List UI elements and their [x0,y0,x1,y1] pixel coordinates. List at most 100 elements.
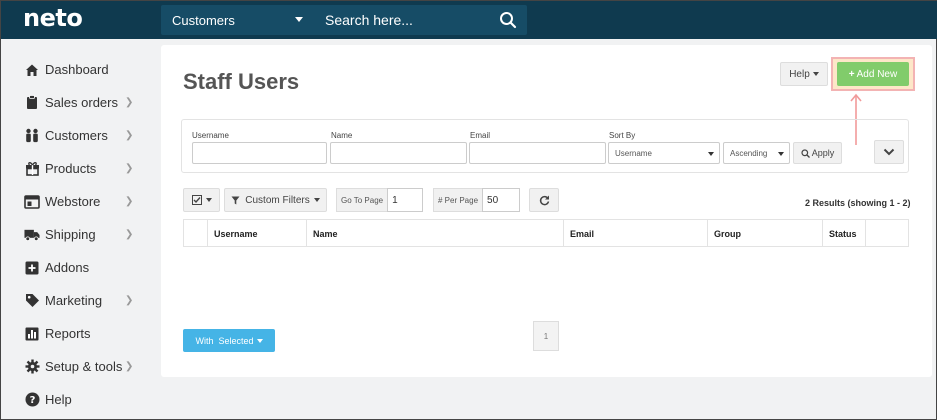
plus-square-icon [24,260,40,276]
filter-panel: Username Name Email Sort By Username Asc… [181,119,909,173]
pagination-page-1[interactable]: 1 [533,321,559,351]
per-page-group: # Per Page 50 [433,188,521,212]
go-to-page-input[interactable]: 1 [387,188,424,212]
sort-order-value: Ascending [730,149,768,158]
home-icon [24,62,40,78]
per-page-label: # Per Page [433,188,483,212]
search-scope-label: Customers [172,13,235,28]
staff-users-table: Username Name Email Group Status [183,219,909,247]
expand-filters-button[interactable] [874,140,904,164]
select-all-dropdown[interactable] [183,188,220,212]
sidebar-item-sales-orders[interactable]: Sales orders ❯ [1,86,151,119]
results-count: 2 Results (showing 1 - 2) [805,198,911,208]
browser-icon [24,194,40,210]
caret-down-icon [295,17,303,22]
chevron-right-icon: ❯ [125,130,134,141]
sidebar-item-addons[interactable]: Addons [1,251,151,284]
svg-text:?: ? [29,395,35,406]
name-filter-input[interactable] [330,142,467,164]
chevron-right-icon: ❯ [125,295,134,306]
filter-icon [231,196,240,204]
chart-icon [24,326,40,342]
main-panel: Staff Users Help + Add New Username Name… [161,45,932,377]
column-header-name[interactable]: Name [306,220,564,246]
go-to-page-group: Go To Page 1 [336,188,424,212]
caret-down-icon [256,338,263,343]
sidebar-nav: Dashboard Sales orders ❯ Customers ❯ Pro… [1,53,151,416]
column-header-group[interactable]: Group [707,220,823,246]
sidebar-item-setup-tools[interactable]: Setup & tools ❯ [1,350,151,383]
sidebar-item-label: Webstore [45,194,101,209]
caret-down-icon [812,72,819,76]
sidebar-item-label: Products [45,161,97,176]
column-header-username[interactable]: Username [207,220,307,246]
sidebar-item-label: Dashboard [45,62,109,77]
chevron-right-icon: ❯ [125,361,134,372]
refresh-button[interactable] [529,188,559,212]
sidebar-item-label: Customers [45,128,108,143]
sidebar-item-dashboard[interactable]: Dashboard [1,53,151,86]
sidebar-item-help[interactable]: ? Help [1,383,151,416]
sidebar-item-label: Addons [45,260,90,275]
column-header-email[interactable]: Email [563,220,708,246]
apply-button-label: Apply [811,148,835,158]
truck-icon [24,227,40,243]
sidebar-item-products[interactable]: Products ❯ [1,152,151,185]
sort-field-value: Username [615,149,652,158]
chevron-right-icon: ❯ [125,163,134,174]
page-title: Staff Users [183,69,300,94]
chevron-right-icon: ❯ [125,97,134,108]
search-icon[interactable] [499,11,517,29]
sort-field-select[interactable]: Username [608,142,720,164]
search-input[interactable]: Search here... [314,5,494,35]
username-filter-input[interactable] [192,142,327,164]
gift-icon [24,161,40,177]
search-icon [801,148,810,158]
custom-filters-button[interactable]: Custom Filters [224,188,327,212]
checkbox-icon [191,195,202,205]
sidebar-item-marketing[interactable]: Marketing ❯ [1,284,151,317]
help-button-label: Help [789,68,810,80]
add-new-label: Add New [856,68,898,80]
gear-icon [24,359,40,375]
per-page-input[interactable]: 50 [482,188,521,212]
clipboard-icon [24,95,40,111]
with-selected-label: With Selected [195,335,254,346]
caret-down-icon [778,152,784,156]
neto-logo[interactable]: neto [23,4,83,32]
caret-down-icon [708,152,714,156]
caret-down-icon [313,198,320,202]
sidebar-item-customers[interactable]: Customers ❯ [1,119,151,152]
chevron-right-icon: ❯ [125,229,134,240]
select-column-header [184,220,208,246]
plus-icon: + [848,68,855,80]
chevron-down-icon [883,148,895,156]
with-selected-button[interactable]: With Selected [183,329,275,352]
sidebar-item-label: Sales orders [45,95,118,110]
caret-down-icon [205,198,212,202]
sort-order-select[interactable]: Ascending [723,142,790,164]
sidebar-item-label: Setup & tools [45,359,123,374]
sidebar-item-webstore[interactable]: Webstore ❯ [1,185,151,218]
custom-filters-label: Custom Filters [245,194,310,206]
sidebar-item-label: Shipping [45,227,96,242]
actions-column-header [865,220,908,246]
people-icon [24,128,40,144]
help-button[interactable]: Help [780,62,828,86]
sidebar-item-label: Marketing [45,293,103,308]
email-filter-input[interactable] [469,142,606,164]
sort-by-label: Sort By [609,131,636,140]
top-bar: neto Customers Search here... [1,1,937,39]
go-to-page-label: Go To Page [336,188,388,212]
username-filter-label: Username [192,131,229,140]
sidebar-item-shipping[interactable]: Shipping ❯ [1,218,151,251]
search-scope-select[interactable]: Customers [161,5,311,35]
help-circle-icon: ? [24,392,40,408]
apply-button[interactable]: Apply [793,142,842,164]
tag-icon [24,293,40,309]
add-new-button[interactable]: + Add New [837,62,909,86]
sidebar-item-reports[interactable]: Reports [1,317,151,350]
column-header-status[interactable]: Status [822,220,866,246]
email-filter-label: Email [470,131,491,140]
chevron-right-icon: ❯ [125,196,134,207]
